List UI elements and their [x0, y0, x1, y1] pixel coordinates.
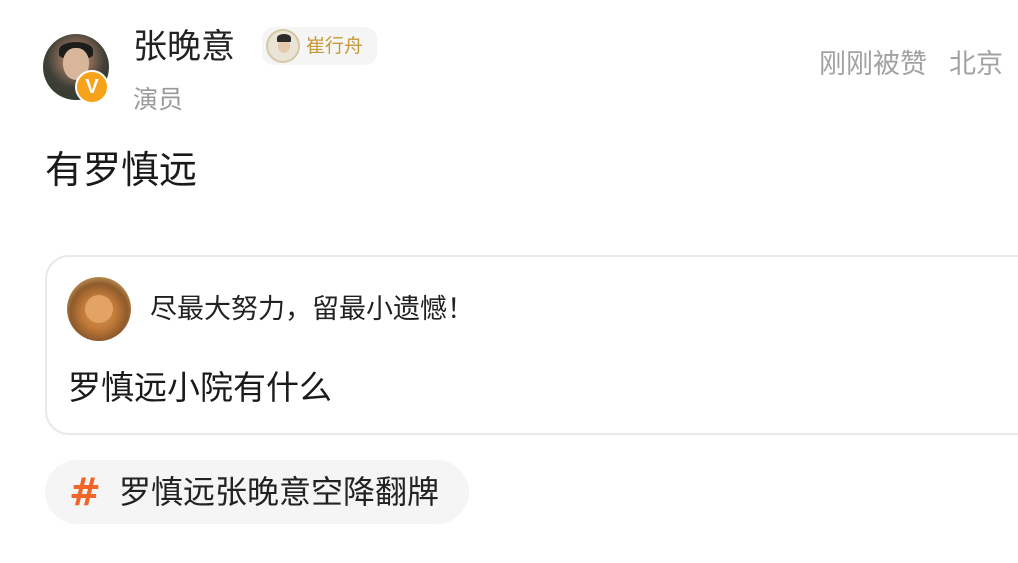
location-text: 北京	[949, 49, 1003, 80]
username[interactable]: 张晚意	[133, 24, 235, 70]
post-text: 有罗慎远	[45, 148, 198, 192]
status-text: 刚刚被赞	[819, 49, 927, 80]
topic-label: 罗慎远张晚意空降翻牌	[119, 473, 440, 511]
weibo-comment-card: V 张晚意 崔行舟 演员 刚刚被赞 北京 有罗慎远 尽最大努力，留最小遗憾！ 罗慎…	[0, 0, 1018, 563]
quote-text: 罗慎远小院有什么	[68, 368, 332, 407]
role-tag-label: 崔行舟	[306, 35, 364, 57]
role-tag[interactable]: 崔行舟	[262, 27, 378, 65]
hashtag-icon: #	[69, 470, 101, 514]
topic-chip[interactable]: # 罗慎远张晚意空降翻牌	[45, 460, 470, 524]
verified-v-icon: V	[75, 70, 109, 104]
quote-user-avatar[interactable]	[67, 277, 131, 341]
quoted-comment-card[interactable]: 尽最大努力，留最小遗憾！ 罗慎远小院有什么	[45, 255, 1018, 435]
quote-username[interactable]: 尽最大努力，留最小遗憾！	[150, 291, 474, 329]
user-description: 演员	[133, 85, 184, 114]
role-avatar-icon	[266, 29, 300, 63]
post-meta: 刚刚被赞 北京	[819, 46, 1003, 84]
